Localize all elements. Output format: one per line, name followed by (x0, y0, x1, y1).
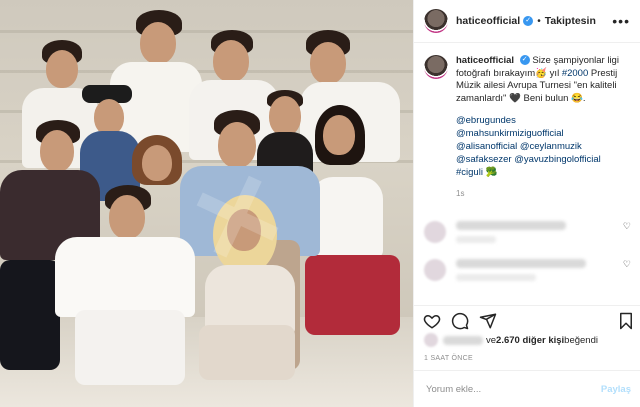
person (55, 185, 205, 395)
bookmark-icon[interactable] (618, 312, 634, 330)
avatar[interactable] (424, 9, 448, 33)
avatar (424, 333, 438, 347)
post-header: haticeofficial ✓ • Takiptesin ••• (414, 0, 640, 43)
caption-time: 1s (456, 189, 465, 198)
comments-section: haticeofficial ✓ Size şampiyonlar ligi f… (414, 43, 640, 305)
hashtag-link[interactable]: #2000 (562, 68, 588, 79)
heart-icon[interactable] (423, 312, 441, 330)
avatar[interactable] (424, 258, 446, 281)
mention-link[interactable]: @safaksezer @yavuzbingolofficial (456, 153, 631, 166)
comment-input[interactable] (424, 382, 598, 396)
post-time: 1 SAAT ÖNCE (424, 355, 473, 362)
more-horizontal-icon[interactable]: ••• (612, 14, 630, 28)
laughing-emoji: 😂 (571, 92, 583, 104)
likes-text: ve (486, 334, 497, 346)
person (195, 195, 300, 395)
instagram-post: ✕ haticeofficial ✓ • Takiptesin ••• hati… (0, 0, 640, 407)
heart-icon[interactable]: ♡ (623, 221, 631, 232)
comment-body (456, 220, 566, 243)
likes-count[interactable]: 2.670 diğer kişi (496, 335, 564, 346)
caption-text-part: Beni bulun (520, 92, 572, 104)
party-emoji: 🥳 (535, 67, 548, 79)
heart-icon[interactable]: ♡ (623, 259, 631, 270)
avatar[interactable] (424, 55, 448, 79)
caption-text-part: yıl (547, 67, 562, 79)
add-comment-bar: Paylaş (414, 370, 640, 407)
blurred-comment-text (456, 258, 586, 268)
post-comment-button[interactable]: Paylaş (601, 384, 631, 395)
header-username[interactable]: haticeofficial (456, 15, 520, 27)
blurred-comment-meta (456, 273, 536, 281)
share-icon[interactable] (479, 312, 497, 330)
caption-username[interactable]: haticeofficial (456, 55, 514, 66)
avatar[interactable] (424, 220, 446, 243)
verified-icon: ✓ (523, 16, 534, 26)
action-bar (414, 305, 640, 333)
mention-list: @ebrugundes @mahsunkirmiziguofficial @al… (456, 114, 631, 179)
verified-icon: ✓ (519, 55, 530, 66)
separator-dot: • (537, 15, 541, 27)
blurred-username (443, 335, 483, 345)
post-photo[interactable]: ✕ (0, 0, 413, 407)
mention-link[interactable]: @alisanofficial @ceylanmuzik (456, 140, 631, 153)
black-heart-emoji: 🖤 (509, 92, 521, 104)
mention-link[interactable]: @ebrugundes (456, 114, 631, 127)
following-button[interactable]: Takiptesin (545, 15, 596, 27)
comment-icon[interactable] (451, 312, 469, 330)
likes-text: beğendi (564, 334, 598, 346)
blurred-comment-meta (456, 235, 496, 243)
likes-summary: ve 2.670 diğer kişi beğendi (424, 333, 598, 347)
mention-link[interactable]: @mahsunkirmiziguofficial (456, 127, 631, 140)
caption-text-part: . (582, 92, 586, 104)
blurred-comment-text (456, 220, 566, 230)
caption: haticeofficial ✓ Size şampiyonlar ligi f… (414, 43, 640, 201)
comment-row: ♡ (414, 258, 640, 281)
post-panel: haticeofficial ✓ • Takiptesin ••• hatice… (413, 0, 640, 407)
comment-body (456, 258, 586, 281)
caption-text: haticeofficial ✓ Size şampiyonlar ligi f… (456, 55, 631, 201)
hashtag-link[interactable]: #ciguli 🥦 (456, 166, 631, 179)
comment-row: ♡ (414, 220, 640, 243)
